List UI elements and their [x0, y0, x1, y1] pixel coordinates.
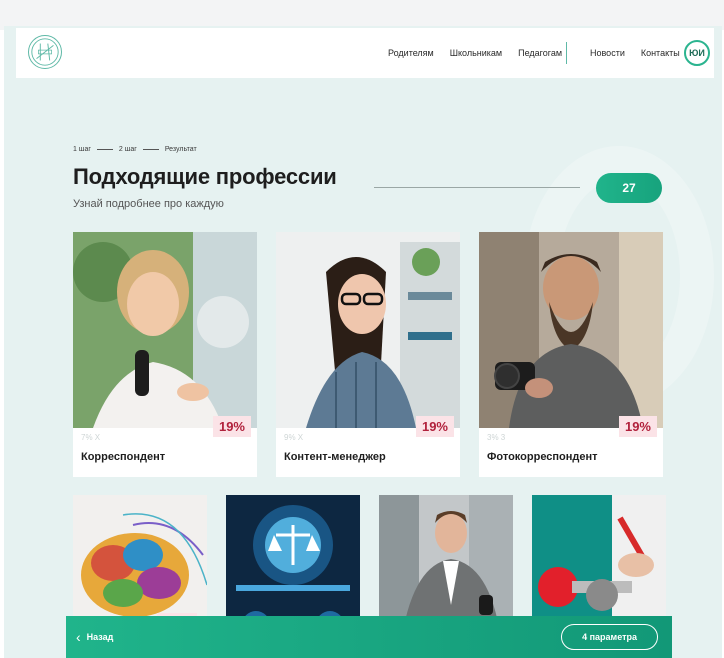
profession-name: Корреспондент [81, 451, 166, 463]
profession-photo [276, 232, 460, 428]
nav-item-contacts[interactable]: Контакты [641, 48, 680, 58]
secondary-nav: Новости Контакты [574, 28, 680, 78]
step-separator [96, 149, 113, 150]
site-logo-icon[interactable] [28, 35, 62, 69]
page-subtitle: Узнай подробнее про каждую [73, 198, 224, 210]
profession-name: Фотокорреспондент [487, 451, 598, 463]
site-header: Родителям Школьникам Педагогам Новости К… [16, 28, 714, 78]
nav-item-parents[interactable]: Родителям [388, 48, 434, 58]
profession-card[interactable]: 19% 9% X Контент-менеджер [276, 232, 460, 477]
profession-name: Контент-менеджер [284, 451, 386, 463]
nav-item-students[interactable]: Школьникам [450, 48, 502, 58]
profession-card[interactable]: 19% 3% 3 Фотокорреспондент [479, 232, 663, 477]
match-percent-badge: 19% [618, 416, 657, 437]
match-percent-badge: 19% [415, 416, 454, 437]
profession-card[interactable]: 19% 7% X Корреспондент [73, 232, 257, 477]
title-divider [374, 187, 580, 188]
step-1[interactable]: 1 шаг [73, 146, 91, 153]
back-label: Назад [86, 632, 114, 642]
main-nav: Родителям Школьникам Педагогам [372, 28, 562, 78]
step-separator [142, 149, 159, 150]
nav-item-news[interactable]: Новости [590, 48, 625, 58]
user-avatar[interactable]: ЮИ [684, 40, 710, 66]
parameters-button[interactable]: 4 параметра [561, 624, 658, 650]
card-faint-text: 7% X [81, 433, 101, 442]
page-frame: Родителям Школьникам Педагогам Новости К… [4, 26, 722, 658]
nav-item-teachers[interactable]: Педагогам [518, 48, 562, 58]
card-faint-text: 3% 3 [487, 433, 506, 442]
profession-photo [479, 232, 663, 428]
bottom-action-bar: ‹ Назад 4 параметра [66, 616, 672, 658]
step-2[interactable]: 2 шаг [119, 146, 137, 153]
profession-photo [73, 232, 257, 428]
results-count-badge: 27 [596, 173, 662, 203]
nav-divider [566, 42, 567, 64]
match-percent-badge: 19% [212, 416, 251, 437]
chevron-left-icon: ‹ [76, 629, 81, 645]
step-breadcrumb: 1 шаг 2 шаг Результат [73, 146, 197, 153]
card-faint-text: 9% X [284, 433, 304, 442]
page-title: Подходящие профессии [73, 164, 337, 189]
step-result: Результат [164, 146, 197, 153]
back-button[interactable]: ‹ Назад [76, 616, 113, 658]
